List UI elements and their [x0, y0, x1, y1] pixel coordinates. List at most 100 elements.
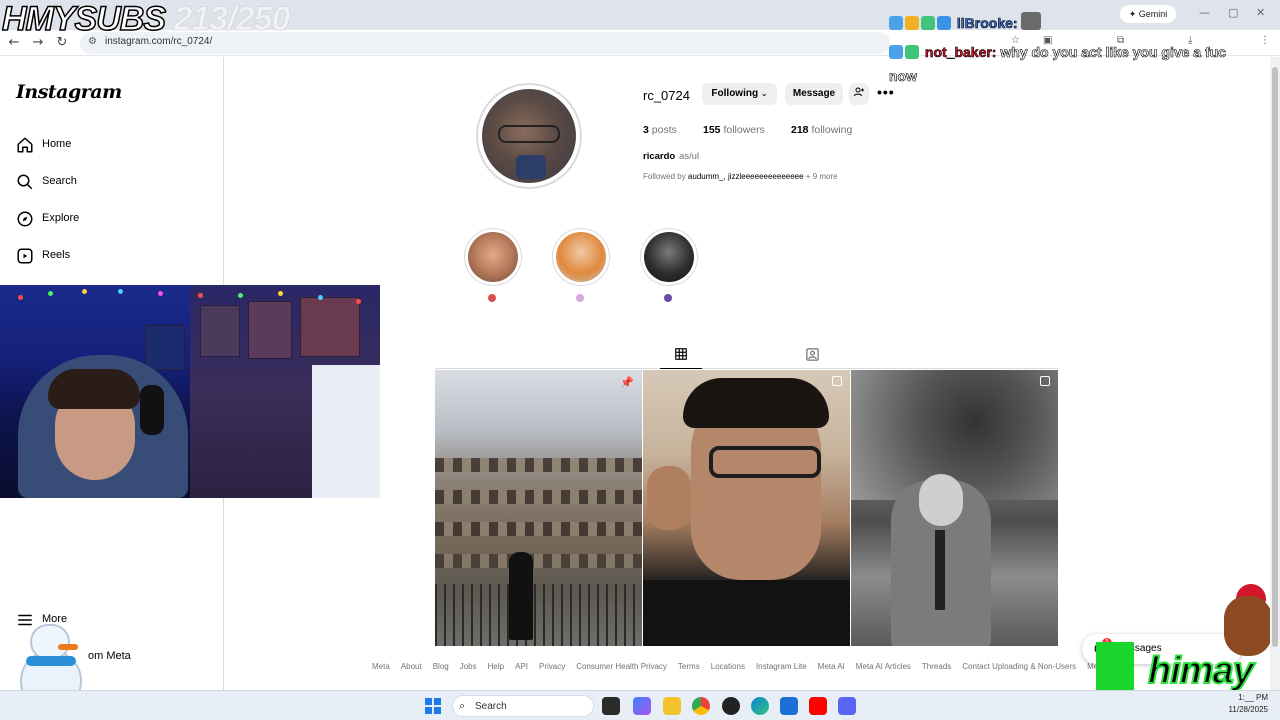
minimize-icon[interactable]: —	[1199, 6, 1210, 19]
chat-text: why do you act like you give a fuc	[1000, 44, 1226, 61]
discord-icon[interactable]	[838, 697, 856, 715]
person-figure	[509, 552, 533, 640]
footer-link[interactable]: Meta AI	[818, 662, 845, 671]
badge-icon	[889, 16, 903, 30]
sidebar-item-explore[interactable]: Explore	[16, 209, 206, 231]
footer-link[interactable]: Locations	[711, 662, 745, 671]
footer-link[interactable]: Threads	[922, 662, 951, 671]
instagram-logo[interactable]: Instagram	[16, 81, 122, 103]
windows-start-icon[interactable]	[425, 698, 441, 714]
store-icon[interactable]	[780, 697, 798, 715]
post-thumbnail[interactable]	[851, 370, 1058, 646]
footer-link[interactable]: Contact Uploading & Non-Users	[962, 662, 1076, 671]
posts-count-value: 3	[643, 124, 649, 136]
message-button[interactable]: Message	[785, 83, 843, 105]
close-icon[interactable]: ✕	[1256, 6, 1265, 19]
sidebar-item-home[interactable]: Home	[16, 135, 206, 157]
footer-link[interactable]: Consumer Health Privacy	[576, 662, 667, 671]
options-icon[interactable]: •••	[877, 84, 895, 100]
taskbar-clock-date[interactable]: 11/28/2025	[1222, 705, 1268, 714]
posts-count-label: posts	[651, 124, 677, 136]
chevron-down-icon: ⌄	[760, 89, 768, 98]
posts-count: 3 posts	[643, 124, 677, 136]
add-user-icon	[854, 87, 864, 97]
copilot-icon[interactable]	[633, 697, 651, 715]
chrome-icon[interactable]	[692, 697, 710, 715]
footer-link[interactable]: API	[515, 662, 528, 671]
footer-link[interactable]: Jobs	[460, 662, 477, 671]
footer-link[interactable]: Terms	[678, 662, 700, 671]
snowman-head-icon	[30, 624, 70, 660]
profile-avatar-image	[482, 89, 576, 183]
chat-username: llBrooke:	[956, 15, 1018, 32]
taskbar-search[interactable]: ⌕ Search	[452, 695, 594, 717]
footer-link[interactable]: Blog	[433, 662, 449, 671]
tab-tagged[interactable]	[800, 343, 826, 369]
edge-icon[interactable]	[751, 697, 769, 715]
taskbar-clock-time[interactable]: 1:__ PM	[1226, 693, 1268, 702]
obs-icon[interactable]	[722, 697, 740, 715]
highlight-emoji-icon	[664, 294, 672, 302]
windows-taskbar: ⌕ Search	[0, 690, 1280, 720]
teddy-bear-icon	[1224, 596, 1272, 656]
suggested-users-button[interactable]	[849, 83, 869, 105]
sub-goal-count: 213/250	[173, 0, 290, 38]
story-highlight[interactable]	[552, 228, 610, 286]
footer-link[interactable]: About	[401, 662, 422, 671]
footer-link[interactable]: Privacy	[539, 662, 565, 671]
badge-icon	[905, 45, 919, 59]
file-explorer-icon[interactable]	[663, 697, 681, 715]
string-light	[118, 289, 123, 294]
string-light	[238, 293, 243, 298]
scrollbar-thumb[interactable]	[1272, 67, 1278, 647]
gemini-button[interactable]: ✦ Gemini	[1120, 5, 1176, 23]
wall-poster	[200, 305, 240, 357]
sub-goal-counter: HMYSUBS 213/250	[1, 0, 290, 39]
post-thumbnail[interactable]: 📌	[435, 370, 642, 646]
webcam-headset	[140, 385, 164, 435]
tab-posts[interactable]	[660, 343, 702, 369]
highlight-image	[556, 232, 606, 282]
footer-link[interactable]: Meta	[372, 662, 390, 671]
sidebar-item-reels[interactable]: Reels	[16, 246, 206, 268]
emote-icon	[1021, 12, 1042, 30]
colosseum-arches	[435, 522, 642, 536]
footer-link[interactable]: Meta AI Articles	[856, 662, 911, 671]
reels-icon	[17, 248, 33, 264]
story-highlight[interactable]	[464, 228, 522, 286]
chat-text-continued: now	[889, 68, 918, 85]
footer-link[interactable]: Instagram Lite	[756, 662, 807, 671]
footer-link[interactable]: Help	[488, 662, 504, 671]
followers-count[interactable]: 155 followers	[703, 124, 765, 136]
snowman-scarf-icon	[26, 656, 76, 666]
highlight-image	[468, 232, 518, 282]
string-light	[48, 291, 53, 296]
colosseum-arches	[435, 554, 642, 568]
pin-icon: 📌	[620, 376, 634, 389]
story-highlight[interactable]	[640, 228, 698, 286]
page-scrollbar[interactable]	[1270, 57, 1280, 690]
wall-poster	[248, 301, 292, 359]
carousel-icon	[832, 376, 842, 386]
string-light	[356, 299, 361, 304]
task-view-icon[interactable]	[602, 697, 620, 715]
followers-count-label: followers	[723, 124, 765, 136]
search-icon	[17, 174, 33, 190]
snowman-nose-icon	[58, 644, 78, 650]
followed-by[interactable]: Followed by audumm_, jizzleeeeeeeeeeeeee…	[643, 172, 838, 181]
webcam-overlay	[0, 285, 380, 498]
youtube-icon[interactable]	[809, 697, 827, 715]
maximize-icon[interactable]: ▢	[1228, 6, 1238, 19]
sidebar-item-search[interactable]: Search	[16, 172, 206, 194]
following-button[interactable]: Following ⌄	[702, 83, 777, 105]
profile-avatar[interactable]	[476, 83, 582, 189]
person-head	[919, 474, 963, 526]
following-count[interactable]: 218 following	[791, 124, 852, 136]
browser-menu-icon[interactable]: ⋮	[1260, 35, 1270, 46]
black-tshirt	[643, 580, 850, 646]
menu-icon	[18, 614, 32, 626]
string-light	[158, 291, 163, 296]
string-light	[82, 289, 87, 294]
post-thumbnail[interactable]	[643, 370, 850, 646]
badge-icon	[889, 45, 903, 59]
